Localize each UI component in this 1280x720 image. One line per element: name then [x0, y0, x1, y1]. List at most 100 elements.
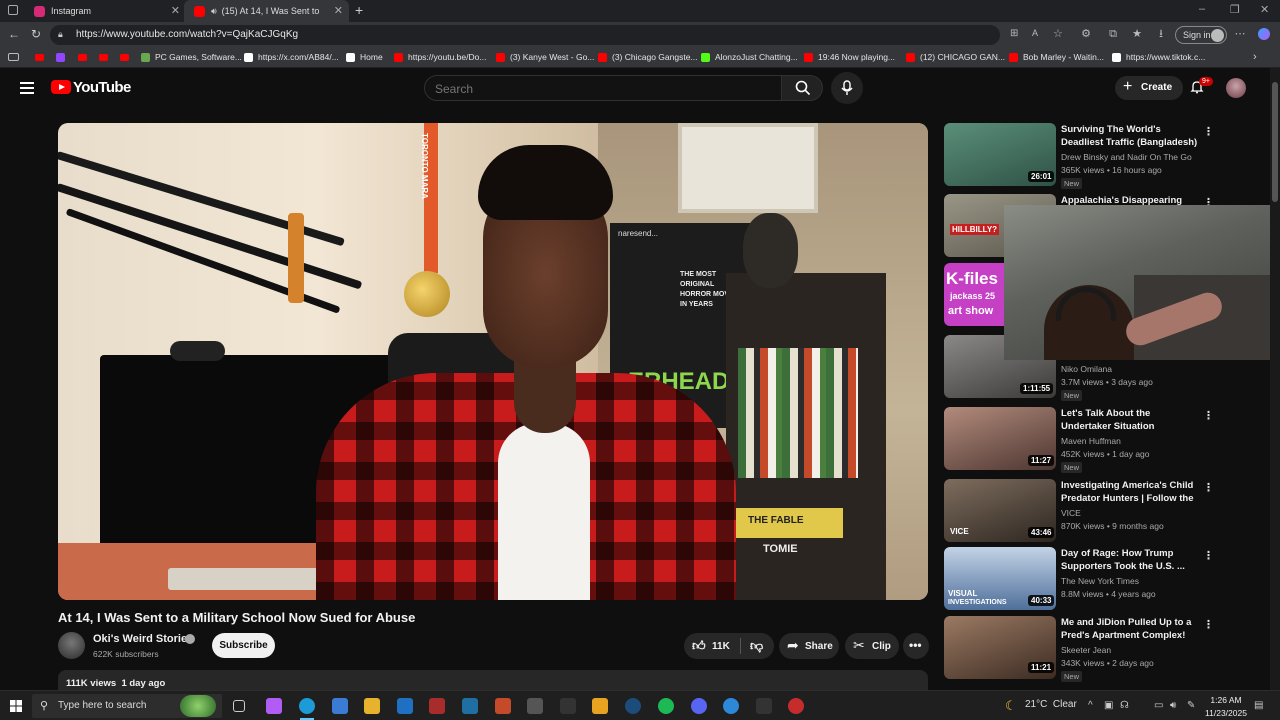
chevron-up-icon[interactable]: ^	[1088, 700, 1093, 711]
like-button[interactable]: 👍︎ 11K	[684, 633, 738, 659]
bookmark-item[interactable]: https://youtu.be/Do...	[394, 52, 486, 62]
bookmark-item[interactable]: Home	[346, 52, 383, 62]
clock-date[interactable]: 11/23/2025	[1200, 708, 1252, 718]
bookmark-item[interactable]: (12) CHICAGO GAN...	[906, 52, 1005, 62]
volume-icon[interactable]: 🔊︎	[1170, 700, 1176, 711]
file-explorer-icon[interactable]	[364, 698, 380, 714]
subscribe-button[interactable]: Subscribe	[212, 633, 275, 658]
recommendation-title[interactable]: Let's Talk About the Undertaker Situatio…	[1061, 407, 1199, 433]
bookmark-youtube-icon[interactable]	[99, 54, 108, 61]
youtube-logo-icon[interactable]	[51, 80, 71, 94]
more-vertical-icon[interactable]: ⋮	[1203, 549, 1214, 562]
hamburger-menu-icon[interactable]	[20, 82, 34, 94]
search-button[interactable]	[781, 75, 823, 101]
close-tab-icon[interactable]: ✕	[334, 4, 343, 17]
outlook-icon[interactable]	[397, 698, 413, 714]
favorite-star-icon[interactable]: ☆	[1053, 27, 1063, 40]
windows-start-icon[interactable]	[10, 700, 22, 712]
recommendation-title[interactable]: Surviving The World's Deadliest Traffic …	[1061, 123, 1199, 149]
app-icon[interactable]	[462, 698, 478, 714]
app-icon[interactable]	[495, 698, 511, 714]
recommendation-item[interactable]: VISUAL INVESTIGATIONS 40:33 Day of Rage:…	[944, 547, 1214, 613]
more-vertical-icon[interactable]: ⋮	[1203, 618, 1214, 631]
chevron-right-icon[interactable]: ›	[1253, 51, 1257, 63]
more-vertical-icon[interactable]: ⋮	[1203, 409, 1214, 422]
close-window-icon[interactable]: ✕	[1260, 3, 1269, 16]
steam-icon[interactable]	[625, 698, 641, 714]
bookmark-item[interactable]: https://www.tiktok.c...	[1112, 52, 1205, 62]
bookmark-item[interactable]: PC Games, Software...	[141, 52, 242, 62]
dislike-button[interactable]: 👎︎	[742, 633, 774, 659]
more-vertical-icon[interactable]: ⋮	[1203, 481, 1214, 494]
tray-app-icon[interactable]: ▣	[1104, 700, 1113, 711]
extensions-icon[interactable]: ⚙	[1080, 28, 1092, 40]
tab-instagram[interactable]: Instagram ✕	[26, 0, 186, 22]
recommendation-item[interactable]: 11:27 Let's Talk About the Undertaker Si…	[944, 407, 1214, 473]
app-icon[interactable]	[429, 698, 445, 714]
share-button[interactable]: ➦ Share	[779, 633, 839, 659]
recommendation-title[interactable]: Me and JiDion Pulled Up to a Pred's Apar…	[1061, 616, 1199, 642]
task-view-icon[interactable]	[233, 700, 245, 712]
tray-mic-icon[interactable]: ☊	[1120, 700, 1129, 711]
recommendation-channel[interactable]: The New York Times	[1061, 576, 1139, 586]
bookmark-youtube-icon[interactable]	[35, 54, 44, 61]
page-scrollbar[interactable]	[1270, 68, 1280, 690]
app-icon[interactable]	[592, 698, 608, 714]
recommendation-title[interactable]: Investigating America's Child Predator H…	[1061, 479, 1199, 505]
downloads-icon[interactable]: ⭳	[1155, 28, 1167, 40]
notifications-icon[interactable]: ▤	[1254, 700, 1263, 711]
discord-icon[interactable]	[691, 698, 707, 714]
recommendation-item[interactable]: VICE 43:46 Investigating America's Child…	[944, 479, 1214, 545]
app-icon[interactable]	[723, 698, 739, 714]
read-aloud-icon[interactable]: A	[1032, 28, 1038, 38]
recommendation-title[interactable]: Day of Rage: How Trump Supporters Took t…	[1061, 547, 1199, 573]
tab-youtube[interactable]: 🔊︎ (15) At 14, I Was Sent to a M ✕	[184, 0, 349, 22]
speaker-icon[interactable]: 🔊︎	[211, 6, 217, 17]
youtube-logo-text[interactable]: YouTube	[73, 79, 131, 96]
recommendation-item[interactable]: 11:21 Me and JiDion Pulled Up to a Pred'…	[944, 616, 1214, 682]
url-field[interactable]: 🔒︎ https://www.youtube.com/watch?v=QajKa…	[50, 25, 1063, 45]
favorites-icon[interactable]: ★	[1131, 28, 1143, 40]
more-vertical-icon[interactable]: ⋮	[1203, 125, 1214, 138]
copilot-icon[interactable]	[266, 698, 282, 714]
bookmark-item[interactable]: 19:46 Now playing...	[804, 52, 895, 62]
new-tab-button[interactable]: +	[355, 2, 363, 18]
recommendation-channel[interactable]: Skeeter Jean	[1061, 645, 1111, 655]
bookmark-youtube-icon[interactable]	[120, 54, 129, 61]
bookmark-item[interactable]: AlonzoJust Chatting...	[701, 52, 798, 62]
restore-icon[interactable]: ❐	[1230, 3, 1240, 16]
app-icon[interactable]	[788, 698, 804, 714]
video-player[interactable]: TORONTO MARA naresend... THE MOST ORIGIN…	[58, 123, 928, 600]
channel-avatar[interactable]	[58, 632, 85, 659]
app-icon[interactable]	[756, 698, 772, 714]
picture-in-picture-window[interactable]	[1004, 205, 1280, 360]
bookmark-item[interactable]: https://x.com/AB84/...	[244, 52, 339, 62]
back-icon[interactable]: ←	[8, 27, 20, 41]
clock-time[interactable]: 1:26 AM	[1205, 695, 1247, 705]
taskbar-search-box[interactable]: ⚲ Type here to search	[32, 694, 222, 718]
app-icon[interactable]	[560, 698, 576, 714]
bookmark-twitch-icon[interactable]	[56, 53, 65, 62]
recommendation-channel[interactable]: Niko Omilana	[1061, 364, 1112, 374]
search-box[interactable]	[424, 75, 782, 101]
split-screen-icon[interactable]: ⧉	[1107, 28, 1119, 40]
bookmark-item[interactable]: (3) Chicago Gangste...	[598, 52, 698, 62]
bookmark-item[interactable]: (3) Kanye West - Go...	[496, 52, 594, 62]
minimize-icon[interactable]: –	[1199, 3, 1205, 15]
sign-in-button[interactable]: Sign in	[1175, 26, 1227, 44]
recommendation-channel[interactable]: Drew Binsky and Nadir On The Go	[1061, 152, 1192, 162]
close-tab-icon[interactable]: ✕	[171, 4, 180, 17]
bookmark-youtube-icon[interactable]	[78, 54, 87, 61]
weather-text[interactable]: 21°C Clear	[1025, 699, 1077, 710]
create-button[interactable]: + Create	[1115, 76, 1183, 100]
refresh-icon[interactable]: ↻	[31, 27, 41, 41]
app-icon[interactable]	[527, 698, 543, 714]
apps-icon[interactable]: ⊞	[1010, 28, 1018, 39]
tab-actions-icon[interactable]	[8, 5, 18, 15]
bookmarks-tray-icon[interactable]	[8, 53, 19, 61]
spotify-icon[interactable]	[658, 698, 674, 714]
copilot-icon[interactable]	[1258, 28, 1270, 40]
more-actions-button[interactable]: •••	[903, 633, 929, 659]
edge-icon[interactable]	[299, 698, 315, 714]
recommendation-channel[interactable]: Maven Huffman	[1061, 436, 1121, 446]
